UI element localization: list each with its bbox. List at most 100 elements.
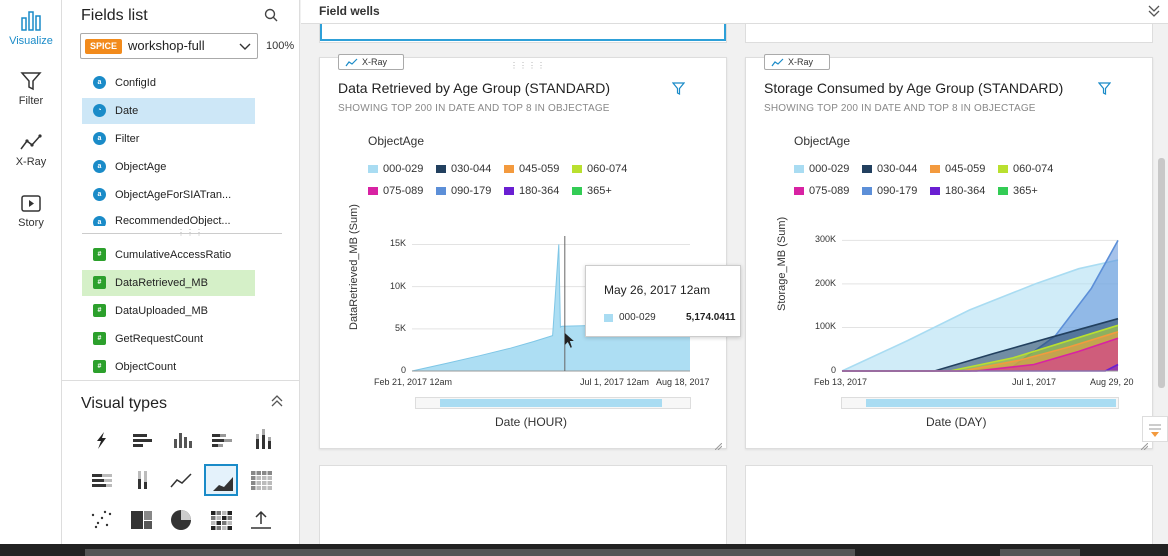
field-label: DataRetrieved_MB <box>115 277 208 289</box>
field-label: DataUploaded_MB <box>115 305 208 317</box>
spice-badge: SPICE <box>85 39 123 54</box>
field-item-dimension[interactable]: a ObjectAge <box>82 154 255 180</box>
visual-type-heat-map[interactable] <box>204 504 238 536</box>
xray-line-icon <box>20 134 42 150</box>
tooltip-row: 000-029 5,174.0411 <box>604 312 736 323</box>
y-tick-label: 0 <box>400 365 406 375</box>
pie-chart-icon <box>171 510 191 530</box>
kpi-icon <box>251 510 271 529</box>
rail-item-filter[interactable]: Filter <box>0 70 62 107</box>
field-item-measure[interactable]: # DataRetrieved_MB <box>82 270 255 296</box>
field-item-measure[interactable]: # GetRequestCount <box>82 326 255 352</box>
x-tick-label: Jul 1, 2017 <box>1012 377 1057 387</box>
y-tick-label: 300K <box>814 234 836 245</box>
field-item-dimension[interactable]: a Filter <box>82 126 255 152</box>
pivot-table-icon <box>251 471 272 490</box>
slider-range[interactable] <box>440 399 662 407</box>
visual-type-area-chart[interactable] <box>204 464 238 496</box>
visual-type-vertical-100-bar[interactable] <box>124 464 158 496</box>
rail-label-story: Story <box>18 217 44 229</box>
vertical-stacked-bar-icon <box>256 429 271 449</box>
chevron-double-up-icon[interactable] <box>271 395 283 407</box>
hover-tooltip: May 26, 2017 12am 000-029 5,174.0411 <box>585 265 741 337</box>
visual-type-pie-chart[interactable] <box>164 504 198 536</box>
x-tick-label: Feb 21, 2017 12am <box>374 377 453 387</box>
scrollbar-thumb[interactable] <box>1158 158 1165 388</box>
visual-type-tree-map[interactable] <box>124 504 158 536</box>
dataset-select[interactable]: SPICE workshop-full <box>80 33 258 59</box>
tooltip-series: 000-029 <box>619 312 656 323</box>
side-panel-toggle[interactable] <box>1142 416 1168 442</box>
search-icon[interactable] <box>264 8 278 22</box>
window-bottom-strip <box>0 544 1168 556</box>
measure-icon: # <box>93 360 106 373</box>
horizontal-bar-icon <box>133 434 152 447</box>
visual-type-horizontal-100-bar[interactable] <box>84 464 118 496</box>
visual-card-storage-consumed[interactable]: X-Ray Storage Consumed by Age Group (STAN… <box>745 54 1153 451</box>
vertical-100-bar-icon <box>138 471 147 489</box>
rail-label-xray: X-Ray <box>15 156 47 168</box>
dimension-icon: a <box>93 216 106 226</box>
empty-visual-card[interactable] <box>745 465 1153 556</box>
field-label: Filter <box>115 133 140 145</box>
visual-type-vertical-stacked-bar[interactable] <box>244 424 278 456</box>
bar-chart-icon <box>21 11 41 31</box>
measure-icon: # <box>93 304 106 317</box>
field-label: ObjectAgeForSIATran... <box>115 189 232 201</box>
x-axis-label: Date (DAY) <box>926 415 987 429</box>
y-tick-label: 15K <box>389 238 406 249</box>
visual-types-panel: Visual types <box>62 380 300 556</box>
dataset-name: workshop-full <box>128 38 205 53</box>
spice-usage: 100% <box>266 40 295 52</box>
x-tick-label: Aug 29, 20 <box>1090 377 1134 387</box>
field-item-measure[interactable]: # DataUploaded_MB <box>82 298 255 324</box>
fields-panel: Fields list SPICE workshop-full 100% a Co… <box>62 0 300 380</box>
chevron-double-down-icon[interactable] <box>1148 5 1160 17</box>
visual-card-data-retrieved[interactable]: X-Ray ⋮⋮⋮⋮ Data Retrieved by Age Group (ST… <box>319 54 741 451</box>
horizontal-stacked-bar-icon <box>212 434 232 447</box>
chart-plot[interactable] <box>746 58 1152 388</box>
date-range-slider[interactable] <box>841 397 1119 409</box>
field-label: GetRequestCount <box>115 333 204 345</box>
visual-type-autograph[interactable] <box>84 424 118 456</box>
dimension-icon: a <box>93 188 106 201</box>
x-tick-label: Jul 1, 2017 12am <box>580 377 650 387</box>
visual-type-horizontal-bar[interactable] <box>124 424 158 456</box>
measure-icon: # <box>93 332 106 345</box>
field-item-dimension[interactable]: a RecommendedObject... <box>82 210 255 226</box>
date-range-slider[interactable] <box>415 397 691 409</box>
chart-plot[interactable] <box>320 58 726 388</box>
visual-type-vertical-bar[interactable] <box>164 424 198 456</box>
field-item-measure[interactable]: # ObjectCount <box>82 354 255 380</box>
autograph-icon <box>97 432 106 449</box>
empty-visual-card[interactable] <box>319 465 727 556</box>
rail-item-story[interactable]: Story <box>0 194 62 229</box>
previous-visual-stub[interactable] <box>319 24 727 43</box>
field-label: Date <box>115 105 139 117</box>
field-item-dimension[interactable]: a ObjectAgeForSIATran... <box>82 182 255 208</box>
visual-type-scatter-plot[interactable] <box>84 504 118 536</box>
field-label: ObjectCount <box>115 361 177 373</box>
resize-grip-icon[interactable]: ⋮⋮⋮ <box>177 228 204 237</box>
visual-type-pivot-table[interactable] <box>244 464 278 496</box>
expand-panel-icon <box>1149 424 1161 437</box>
rail-item-visualize[interactable]: Visualize <box>0 10 62 47</box>
field-item-dimension[interactable]: ◔ Date <box>82 98 255 124</box>
field-label: RecommendedObject... <box>115 215 231 226</box>
field-wells-bar[interactable]: Field wells <box>301 0 1168 24</box>
resize-handle-icon[interactable] <box>714 437 723 451</box>
visual-type-kpi[interactable] <box>244 504 278 536</box>
line-chart-icon <box>170 473 192 488</box>
slider-range[interactable] <box>866 399 1116 407</box>
visual-type-horizontal-stacked-bar[interactable] <box>204 424 238 456</box>
visual-type-line-chart[interactable] <box>164 464 198 496</box>
vertical-bar-icon <box>174 433 192 448</box>
field-item-dimension[interactable]: a ConfigId <box>82 70 255 96</box>
dimension-icon: a <box>93 160 106 173</box>
rail-item-xray[interactable]: X-Ray <box>0 133 62 168</box>
previous-visual-stub[interactable] <box>745 24 1153 43</box>
field-item-measure[interactable]: # CumulativeAccessRatio <box>82 242 255 268</box>
heat-map-icon <box>211 511 232 530</box>
area-chart-icon <box>213 477 233 491</box>
field-label: ConfigId <box>115 77 156 89</box>
